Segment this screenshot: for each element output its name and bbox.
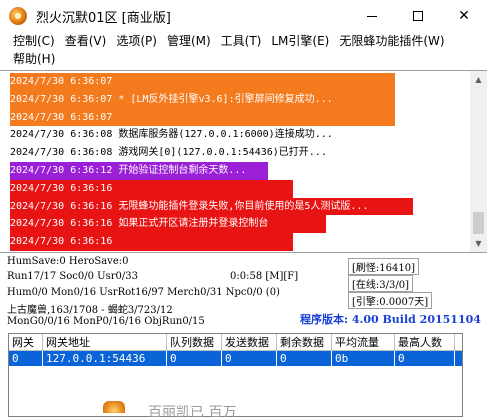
column-header[interactable]: 网关地址 <box>43 334 167 351</box>
log-panel: 2024/7/30 6:36:07 2024/7/30 6:36:07 * [LM… <box>0 70 487 253</box>
scroll-down-icon[interactable]: ▼ <box>470 235 487 252</box>
log-scrollbar[interactable]: ▲ ▼ <box>470 71 487 252</box>
app-flame-icon <box>103 401 125 413</box>
menu-row-1: 控制(C) 查看(V) 选项(P) 管理(M) 工具(T) LM引擎(E) 无限蜂功能插件(… <box>0 32 487 50</box>
column-header[interactable]: 发送数据 <box>222 334 277 351</box>
column-header[interactable]: 平均流量 <box>332 334 395 351</box>
log-line-text: 2024/7/30 6:36:08 游戏网关[0](127.0.0.1:5443… <box>10 147 327 159</box>
log-line: 2024/7/30 6:36:16 <box>10 179 462 198</box>
log-line-text: 2024/7/30 6:36:16 <box>10 236 113 248</box>
taskbar-hint: 百丽凯已 百万 <box>0 395 487 417</box>
column-header[interactable]: 剩余数据 <box>277 334 332 351</box>
window-title: 烈火沉默01区 [商业版] <box>36 10 171 26</box>
log-line: 2024/7/30 6:36:08 数据库服务器(127.0.0.1:6000)… <box>10 126 462 144</box>
run-status: Run17/17 Soc0/0 Usr0/33 <box>7 271 138 282</box>
refresh-counter: [刷怪:16410] <box>348 258 419 275</box>
monster-object-status: MonG0/0/16 MonP0/16/16 ObjRun0/15 <box>7 316 205 327</box>
table-cell: 0 <box>167 351 222 366</box>
table-cell: 0 <box>277 351 332 366</box>
log-line-text: 2024/7/30 6:36:07 <box>10 76 113 87</box>
log-line: 2024/7/30 6:36:07 * [LM反外挂引擎v3.6]:引擎屏间修复… <box>10 90 462 109</box>
table-cell: 0 <box>395 351 455 366</box>
log-list: 2024/7/30 6:36:07 2024/7/30 6:36:07 * [LM… <box>10 73 462 251</box>
online-counter: [在线:3/3/0] <box>348 275 413 292</box>
log-line: 2024/7/30 6:36:12 开始验证控制台剩余天数... <box>10 161 462 180</box>
table-body: 0 127.0.0.1:54436 0 0 0 0b 0 <box>9 351 462 366</box>
uptime-status: 0:0:58 [M][F] <box>230 271 299 282</box>
maximize-icon <box>413 11 423 21</box>
log-line-text: 2024/7/30 6:36:16 无限蜂功能插件登录失败,你目前使用的是5人测… <box>10 200 369 212</box>
save-status: HumSave:0 HeroSave:0 <box>7 256 129 267</box>
close-button[interactable]: ✕ <box>441 0 487 32</box>
scroll-up-icon[interactable]: ▲ <box>470 71 487 88</box>
column-header[interactable]: 队列数据 <box>167 334 222 351</box>
log-line-text: 2024/7/30 6:36:08 数据库服务器(127.0.0.1:6000)… <box>10 129 333 141</box>
column-header[interactable]: 最高人数 <box>395 334 455 351</box>
log-line-text: 2024/7/30 6:36:16 如果正式开区请注册并登录控制台 <box>10 218 269 230</box>
menu-item[interactable]: 工具(T) <box>216 32 267 50</box>
log-line: 2024/7/30 6:36:16 无限蜂功能插件登录失败,你目前使用的是5人测… <box>10 197 462 216</box>
engine-days: [引擎:0.0007天] <box>348 292 433 309</box>
column-header[interactable]: 网关 <box>9 334 43 351</box>
table-cell: 0b <box>332 351 395 366</box>
menu-item[interactable]: LM引擎(E) <box>266 32 334 50</box>
app-flame-icon <box>9 7 27 25</box>
log-line: 2024/7/30 6:36:08 游戏网关[0](127.0.0.1:5443… <box>10 144 462 162</box>
table-row[interactable]: 0 127.0.0.1:54436 0 0 0 0b 0 <box>9 351 462 366</box>
log-line-text: 2024/7/30 6:36:07 * [LM反外挂引擎v3.6]:引擎屏间修复… <box>10 93 333 105</box>
menu-item[interactable]: 无限蜂功能插件(W) <box>334 32 449 50</box>
menu-item[interactable]: 选项(P) <box>111 32 162 50</box>
log-line-text: 2024/7/30 6:36:16 <box>10 182 113 194</box>
table-header: 网关 网关地址 队列数据 发送数据 剩余数据 平均流量 最高人数 <box>9 334 462 351</box>
monster-map-status: 上古魔兽,163/1708 - 蝎蛇3/723/12 <box>7 305 173 316</box>
menu-item[interactable]: 查看(V) <box>60 32 112 50</box>
scroll-thumb[interactable] <box>473 212 484 234</box>
minimize-icon <box>367 15 377 17</box>
log-line: 2024/7/30 6:36:16 <box>10 233 462 251</box>
menu-bar: 控制(C) 查看(V) 选项(P) 管理(M) 工具(T) LM引擎(E) 无限蜂功能插件(… <box>0 32 487 68</box>
minimize-button[interactable] <box>349 0 395 32</box>
close-icon: ✕ <box>458 8 470 24</box>
log-line-text: 2024/7/30 6:36:07 <box>10 111 113 123</box>
table-cell: 127.0.0.1:54436 <box>43 351 167 366</box>
status-panel: HumSave:0 HeroSave:0 Run17/17 Soc0/0 Usr… <box>0 254 487 332</box>
title-bar: 烈火沉默01区 [商业版] ✕ <box>0 0 487 32</box>
log-line-text: 2024/7/30 6:36:12 开始验证控制台剩余天数... <box>10 164 247 176</box>
taskbar-hint-text: 百丽凯已 百万 <box>148 405 237 417</box>
table-cell: 0 <box>9 351 43 366</box>
log-line: 2024/7/30 6:36:16 如果正式开区请注册并登录控制台 <box>10 215 462 234</box>
log-line: 2024/7/30 6:36:07 <box>10 73 462 91</box>
human-monster-status: Hum0/0 Mon0/16 UsrRot16/97 Merch0/31 Npc… <box>7 287 280 298</box>
menu-item[interactable]: 控制(C) <box>8 32 60 50</box>
menu-row-2: 帮助(H) <box>0 50 487 68</box>
menu-item[interactable]: 帮助(H) <box>8 50 60 68</box>
maximize-button[interactable] <box>395 0 441 32</box>
program-version: 程序版本: 4.00 Build 20151104 <box>300 313 481 326</box>
table-cell: 0 <box>222 351 277 366</box>
log-line: 2024/7/30 6:36:07 <box>10 108 462 127</box>
menu-item[interactable]: 管理(M) <box>162 32 216 50</box>
